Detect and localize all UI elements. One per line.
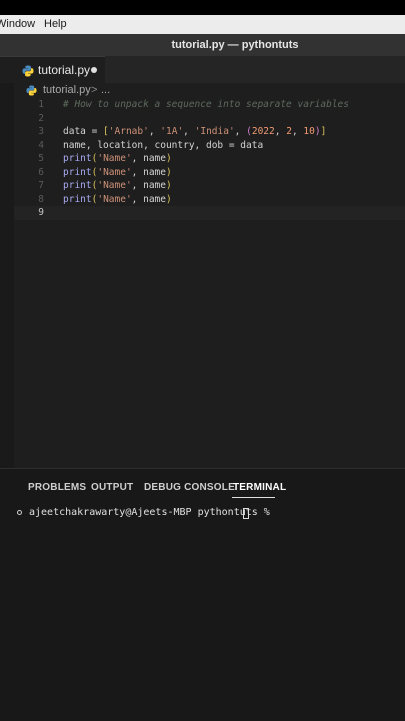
code-token: print [63, 153, 92, 164]
code-line[interactable]: 1 # How to unpack a sequence into separat… [0, 98, 405, 112]
tab-label: tutorial.py [38, 63, 91, 77]
python-icon [26, 85, 37, 99]
code-token: ) [166, 153, 172, 164]
code-token: 'Name' [97, 166, 132, 178]
line-number: 8 [38, 193, 44, 205]
code-token: 10 [303, 126, 315, 137]
terminal-prompt: ajeetchakrawarty@Ajeets-MBP pythontuts % [29, 507, 276, 518]
line-number: 9 [38, 207, 44, 218]
line-number: 2 [38, 112, 44, 124]
code-token: name, location, country, dob = data [63, 139, 264, 151]
code-token: , [234, 126, 247, 137]
tab-tutorial-py[interactable]: tutorial.py [0, 56, 105, 83]
line-number: 3 [38, 126, 44, 137]
code-token: 'Arnab' [108, 126, 149, 137]
left-gutter [0, 83, 14, 468]
code-text: print('Name', name) [63, 193, 172, 207]
code-token: ] [320, 126, 327, 137]
code-line[interactable]: 2 [0, 112, 405, 126]
code-token: , [183, 126, 195, 137]
code-line[interactable]: 3 data = ['Arnab', '1A', 'India', (2022, … [0, 125, 405, 139]
code-text: print('Name', name) [63, 166, 172, 180]
tab-strip: tutorial.py [0, 56, 405, 83]
code-line[interactable]: 8 print('Name', name) [0, 193, 405, 207]
breadcrumb-file[interactable]: tutorial.py [43, 84, 91, 96]
active-tab-indicator [232, 497, 275, 498]
code-token: print [63, 193, 92, 205]
code-token: print [63, 166, 92, 178]
bottom-panel: PROBLEMS OUTPUT DEBUG CONSOLE TERMINAL a… [0, 468, 405, 721]
code-token: 2022 [251, 126, 275, 137]
line-number: 4 [38, 139, 44, 151]
code-token: ) [166, 193, 172, 205]
tab-debug-console[interactable]: DEBUG CONSOLE [144, 482, 235, 493]
line-number: 6 [38, 166, 44, 178]
chevron-right-icon: > [91, 84, 98, 96]
code-token: , name [131, 193, 166, 205]
tab-problems[interactable]: PROBLEMS [28, 482, 86, 493]
python-icon [22, 64, 34, 82]
code-token: , name [131, 166, 166, 178]
line-number: 7 [38, 180, 44, 191]
code-text: print('Name', name) [63, 179, 172, 193]
menu-help[interactable]: Help [44, 18, 67, 30]
title-bar: tutorial.py — pythontuts [0, 34, 405, 56]
breadcrumb-more[interactable]: ... [101, 84, 110, 96]
tab-output[interactable]: OUTPUT [91, 482, 133, 493]
code-token: , [291, 126, 304, 137]
code-token: , [274, 126, 287, 137]
code-text: name, location, country, dob = data [63, 139, 263, 153]
code-token: , [148, 126, 161, 137]
code-line[interactable]: 6 print('Name', name) [0, 166, 405, 180]
circle-icon [17, 510, 22, 515]
code-token: , name [131, 153, 166, 164]
menu-bar: Window Help [0, 15, 405, 34]
menu-window[interactable]: Window [0, 18, 35, 30]
code-area[interactable]: 1 # How to unpack a sequence into separat… [0, 98, 405, 220]
code-token: # How to unpack a sequence into separate… [63, 99, 349, 110]
editor[interactable]: tutorial.py > ... 1 # How to unpack a seq… [0, 83, 405, 468]
code-token: 'Name' [97, 180, 132, 191]
window-title: tutorial.py — pythontuts [171, 39, 299, 51]
code-token: 'India' [194, 126, 235, 137]
code-line[interactable]: 9 [0, 206, 405, 220]
code-text: # How to unpack a sequence into separate… [63, 98, 349, 112]
code-token: ) [166, 180, 172, 191]
terminal-cursor [243, 508, 249, 519]
code-token: '1A' [160, 126, 184, 137]
code-token: data = [63, 126, 104, 137]
code-line[interactable]: 4 name, location, country, dob = data [0, 139, 405, 153]
line-number: 5 [38, 153, 44, 164]
unsaved-dot-icon[interactable] [91, 67, 97, 73]
code-text: print('Name', name) [63, 152, 172, 166]
code-line[interactable]: 7 print('Name', name) [0, 179, 405, 193]
code-token: , name [131, 180, 166, 191]
code-text: data = ['Arnab', '1A', 'India', (2022, 2… [63, 125, 326, 139]
code-token: print [63, 180, 92, 191]
tab-terminal[interactable]: TERMINAL [233, 482, 286, 493]
terminal-line[interactable]: ajeetchakrawarty@Ajeets-MBP pythontuts % [0, 506, 405, 520]
code-token: 'Name' [97, 153, 132, 164]
code-token: ) [166, 166, 172, 178]
code-line[interactable]: 5 print('Name', name) [0, 152, 405, 166]
code-token: 'Name' [97, 193, 132, 205]
line-number: 1 [38, 99, 44, 110]
